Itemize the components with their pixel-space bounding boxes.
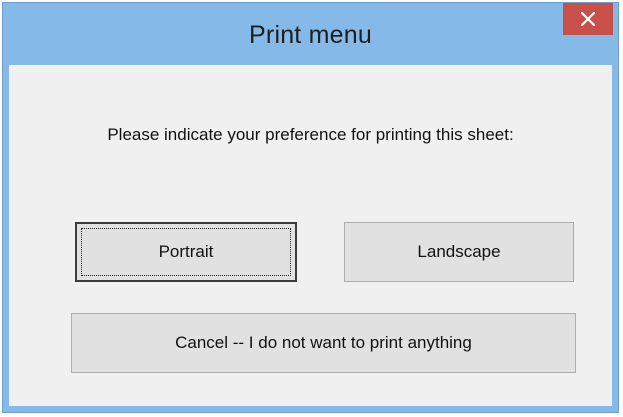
portrait-button-label: Portrait — [158, 242, 214, 261]
portrait-button[interactable]: Portrait — [75, 222, 297, 282]
cancel-button[interactable]: Cancel -- I do not want to print anythin… — [71, 313, 576, 373]
close-button[interactable] — [563, 3, 613, 35]
landscape-button[interactable]: Landscape — [344, 222, 574, 282]
print-menu-window: Print menu Please indicate your preferen… — [2, 2, 619, 413]
close-icon — [581, 12, 595, 26]
cancel-button-label: Cancel -- I do not want to print anythin… — [175, 333, 472, 352]
prompt-label: Please indicate your preference for prin… — [107, 125, 514, 144]
landscape-button-label: Landscape — [417, 242, 501, 261]
title-bar[interactable]: Print menu — [3, 3, 618, 65]
window-title: Print menu — [249, 21, 372, 49]
dialog-body: Please indicate your preference for prin… — [9, 65, 612, 406]
